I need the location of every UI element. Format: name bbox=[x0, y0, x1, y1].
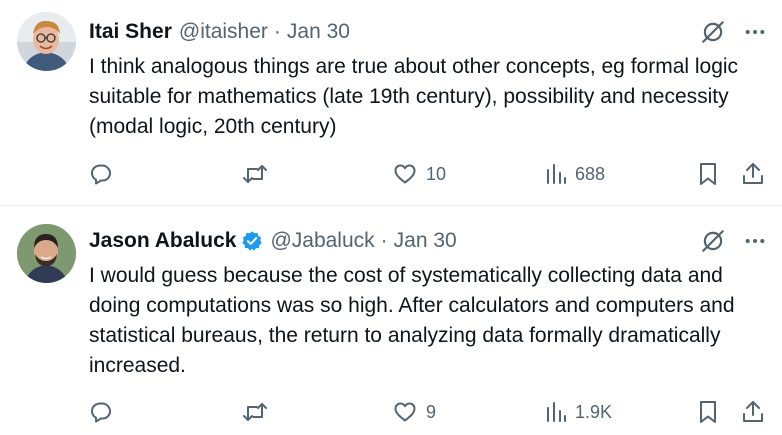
bookmark-button[interactable] bbox=[697, 157, 719, 191]
bookmark-icon bbox=[697, 399, 719, 425]
grok-icon[interactable] bbox=[700, 19, 726, 45]
tweet-header: Itai Sher @itaisher · Jan 30 bbox=[89, 18, 702, 46]
like-count: 9 bbox=[426, 401, 437, 422]
reply-button[interactable] bbox=[89, 157, 113, 191]
avatar[interactable] bbox=[17, 224, 76, 283]
tweet-actions: 9 1.9K bbox=[89, 395, 768, 429]
tweet-top-icons bbox=[700, 18, 766, 46]
tweet[interactable]: Itai Sher @itaisher · Jan 30 I think ana… bbox=[0, 0, 782, 206]
like-button[interactable]: 9 bbox=[392, 395, 436, 429]
verified-badge-icon[interactable] bbox=[241, 230, 263, 252]
share-icon bbox=[741, 399, 765, 425]
share-button[interactable] bbox=[741, 157, 765, 191]
separator-dot: · bbox=[273, 20, 281, 43]
like-count: 10 bbox=[426, 163, 447, 184]
reply-button[interactable] bbox=[89, 395, 113, 429]
more-icon[interactable] bbox=[744, 21, 766, 43]
bookmark-button[interactable] bbox=[697, 395, 719, 429]
retweet-button[interactable] bbox=[242, 395, 268, 429]
grok-icon[interactable] bbox=[700, 228, 726, 254]
reply-icon bbox=[89, 400, 113, 424]
views-button[interactable]: 688 bbox=[545, 157, 605, 191]
retweet-icon bbox=[242, 162, 268, 186]
separator-dot: · bbox=[380, 229, 388, 252]
view-count: 688 bbox=[575, 163, 606, 184]
author-handle[interactable]: @itaisher bbox=[179, 20, 268, 44]
tweet-date[interactable]: Jan 30 bbox=[287, 20, 350, 44]
share-icon bbox=[741, 161, 765, 187]
bookmark-icon bbox=[697, 161, 719, 187]
author-name[interactable]: Itai Sher bbox=[89, 20, 172, 44]
tweet[interactable]: Jason Abaluck @Jabaluck · Jan 30 I would… bbox=[0, 207, 782, 435]
tweet-actions: 10 688 bbox=[89, 157, 768, 191]
more-icon[interactable] bbox=[744, 230, 766, 252]
avatar[interactable] bbox=[17, 12, 76, 71]
tweet-top-icons bbox=[700, 227, 766, 255]
reply-icon bbox=[89, 162, 113, 186]
tweet-date[interactable]: Jan 30 bbox=[394, 229, 457, 253]
like-icon bbox=[392, 162, 418, 186]
views-icon bbox=[545, 162, 567, 186]
like-button[interactable]: 10 bbox=[392, 157, 446, 191]
tweet-header: Jason Abaluck @Jabaluck · Jan 30 bbox=[89, 227, 702, 255]
share-button[interactable] bbox=[741, 395, 765, 429]
author-name[interactable]: Jason Abaluck bbox=[89, 229, 236, 253]
retweet-button[interactable] bbox=[242, 157, 268, 191]
view-count: 1.9K bbox=[575, 401, 613, 422]
like-icon bbox=[392, 400, 418, 424]
views-icon bbox=[545, 400, 567, 424]
author-handle[interactable]: @Jabaluck bbox=[270, 229, 374, 253]
tweet-text: I would guess because the cost of system… bbox=[89, 264, 735, 377]
views-button[interactable]: 1.9K bbox=[545, 395, 612, 429]
retweet-icon bbox=[242, 400, 268, 424]
tweet-text: I think analogous things are true about … bbox=[89, 55, 739, 138]
